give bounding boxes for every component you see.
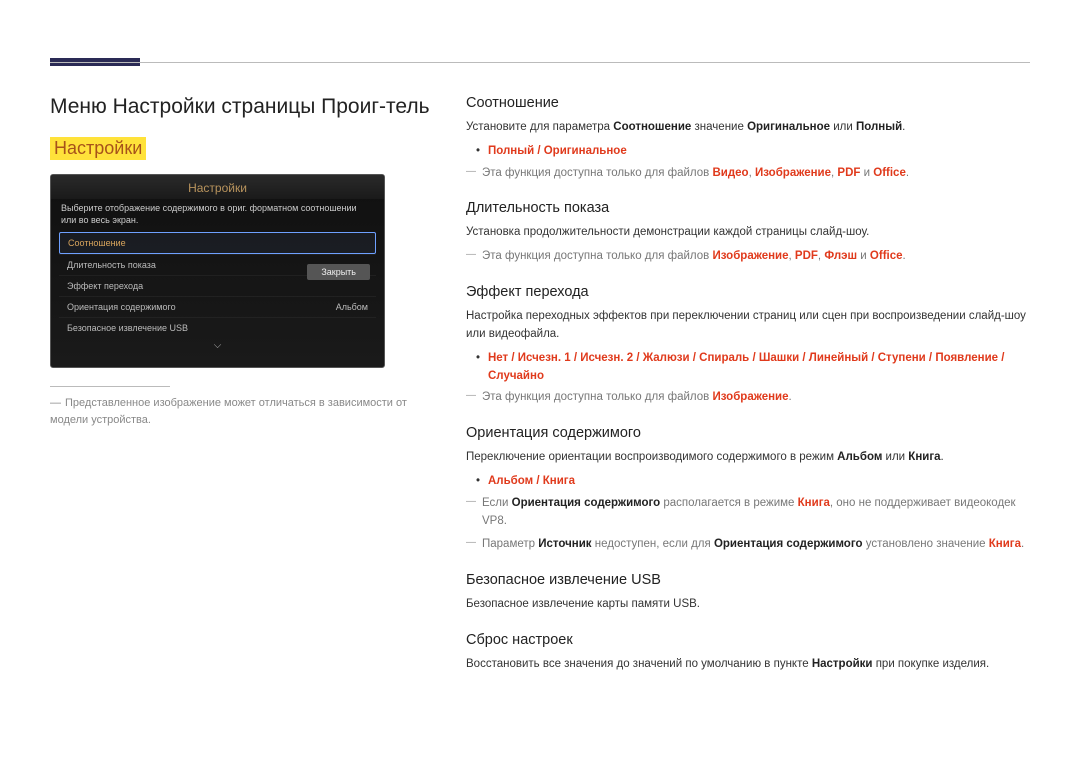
section-note: Параметр Источник недоступен, если для О… xyxy=(466,536,1030,554)
section-duration: Длительность показа Установка продолжите… xyxy=(466,200,1030,266)
shot-description: Выберите отображение содержимого в ориг.… xyxy=(51,199,384,232)
section-heading: Безопасное извлечение USB xyxy=(466,572,1030,588)
section-heading: Соотношение xyxy=(466,95,1030,111)
section-note: Эта функция доступна только для файлов И… xyxy=(466,248,1030,266)
section-heading: Эффект перехода xyxy=(466,284,1030,300)
section-note: Если Ориентация содержимого располагаетс… xyxy=(466,495,1030,531)
section-note: Эта функция доступна только для файлов В… xyxy=(466,165,1030,183)
shot-item-label: Эффект перехода xyxy=(67,281,143,291)
shot-item-label: Ориентация содержимого xyxy=(67,302,176,312)
screenshot-mock: Настройки Выберите отображение содержимо… xyxy=(50,174,385,368)
section-paragraph: Восстановить все значения до значений по… xyxy=(466,656,1030,674)
section-heading: Длительность показа xyxy=(466,200,1030,216)
shot-item-label: Длительность показа xyxy=(67,260,156,270)
section-heading: Сброс настроек xyxy=(466,632,1030,648)
section-orientation: Ориентация содержимого Переключение орие… xyxy=(466,425,1030,554)
section-paragraph: Настройка переходных эффектов при перекл… xyxy=(466,308,1030,344)
shot-item-ratio[interactable]: Соотношение xyxy=(59,232,376,254)
section-usb: Безопасное извлечение USB Безопасное изв… xyxy=(466,572,1030,614)
page-content: Меню Настройки страницы Проиг-тель Настр… xyxy=(50,95,1030,692)
option-list: Нет / Исчезн. 1 / Исчезн. 2 / Жалюзи / С… xyxy=(466,350,1030,386)
shot-menu-list: Соотношение Длительность показа Закрыть … xyxy=(51,232,384,367)
section-paragraph: Безопасное извлечение карты памяти USB. xyxy=(466,596,1030,614)
shot-title: Настройки xyxy=(51,175,384,199)
section-highlight: Настройки xyxy=(50,137,146,160)
shot-item-value: Альбом xyxy=(336,302,368,312)
right-column: Соотношение Установите для параметра Соо… xyxy=(466,95,1030,692)
header-rule xyxy=(50,62,1030,63)
shot-item-orientation[interactable]: Ориентация содержимого Альбом xyxy=(59,296,376,317)
caption-text: Представленное изображение может отличат… xyxy=(50,397,407,426)
option-list: Полный / Оригинальное xyxy=(466,143,1030,161)
image-disclaimer: ―Представленное изображение может отлича… xyxy=(50,395,430,428)
section-reset: Сброс настроек Восстановить все значения… xyxy=(466,632,1030,674)
section-paragraph: Установите для параметра Соотношение зна… xyxy=(466,119,1030,137)
page-title: Меню Настройки страницы Проиг-тель xyxy=(50,95,430,119)
section-paragraph: Установка продолжительности демонстрации… xyxy=(466,224,1030,242)
shot-close-button[interactable]: Закрыть xyxy=(307,264,370,280)
section-transition: Эффект перехода Настройка переходных эфф… xyxy=(466,284,1030,407)
shot-down-arrow-icon[interactable]: ⌵ xyxy=(59,338,376,357)
section-paragraph: Переключение ориентации воспроизводимого… xyxy=(466,449,1030,467)
section-ratio: Соотношение Установите для параметра Соо… xyxy=(466,95,1030,182)
shot-item-label: Безопасное извлечение USB xyxy=(67,323,188,333)
section-heading: Ориентация содержимого xyxy=(466,425,1030,441)
section-note: Эта функция доступна только для файлов И… xyxy=(466,389,1030,407)
option-list: Альбом / Книга xyxy=(466,473,1030,491)
caption-rule xyxy=(50,386,170,387)
shot-item-usb[interactable]: Безопасное извлечение USB xyxy=(59,317,376,338)
shot-item-label: Соотношение xyxy=(68,238,126,248)
left-column: Меню Настройки страницы Проиг-тель Настр… xyxy=(50,95,430,692)
